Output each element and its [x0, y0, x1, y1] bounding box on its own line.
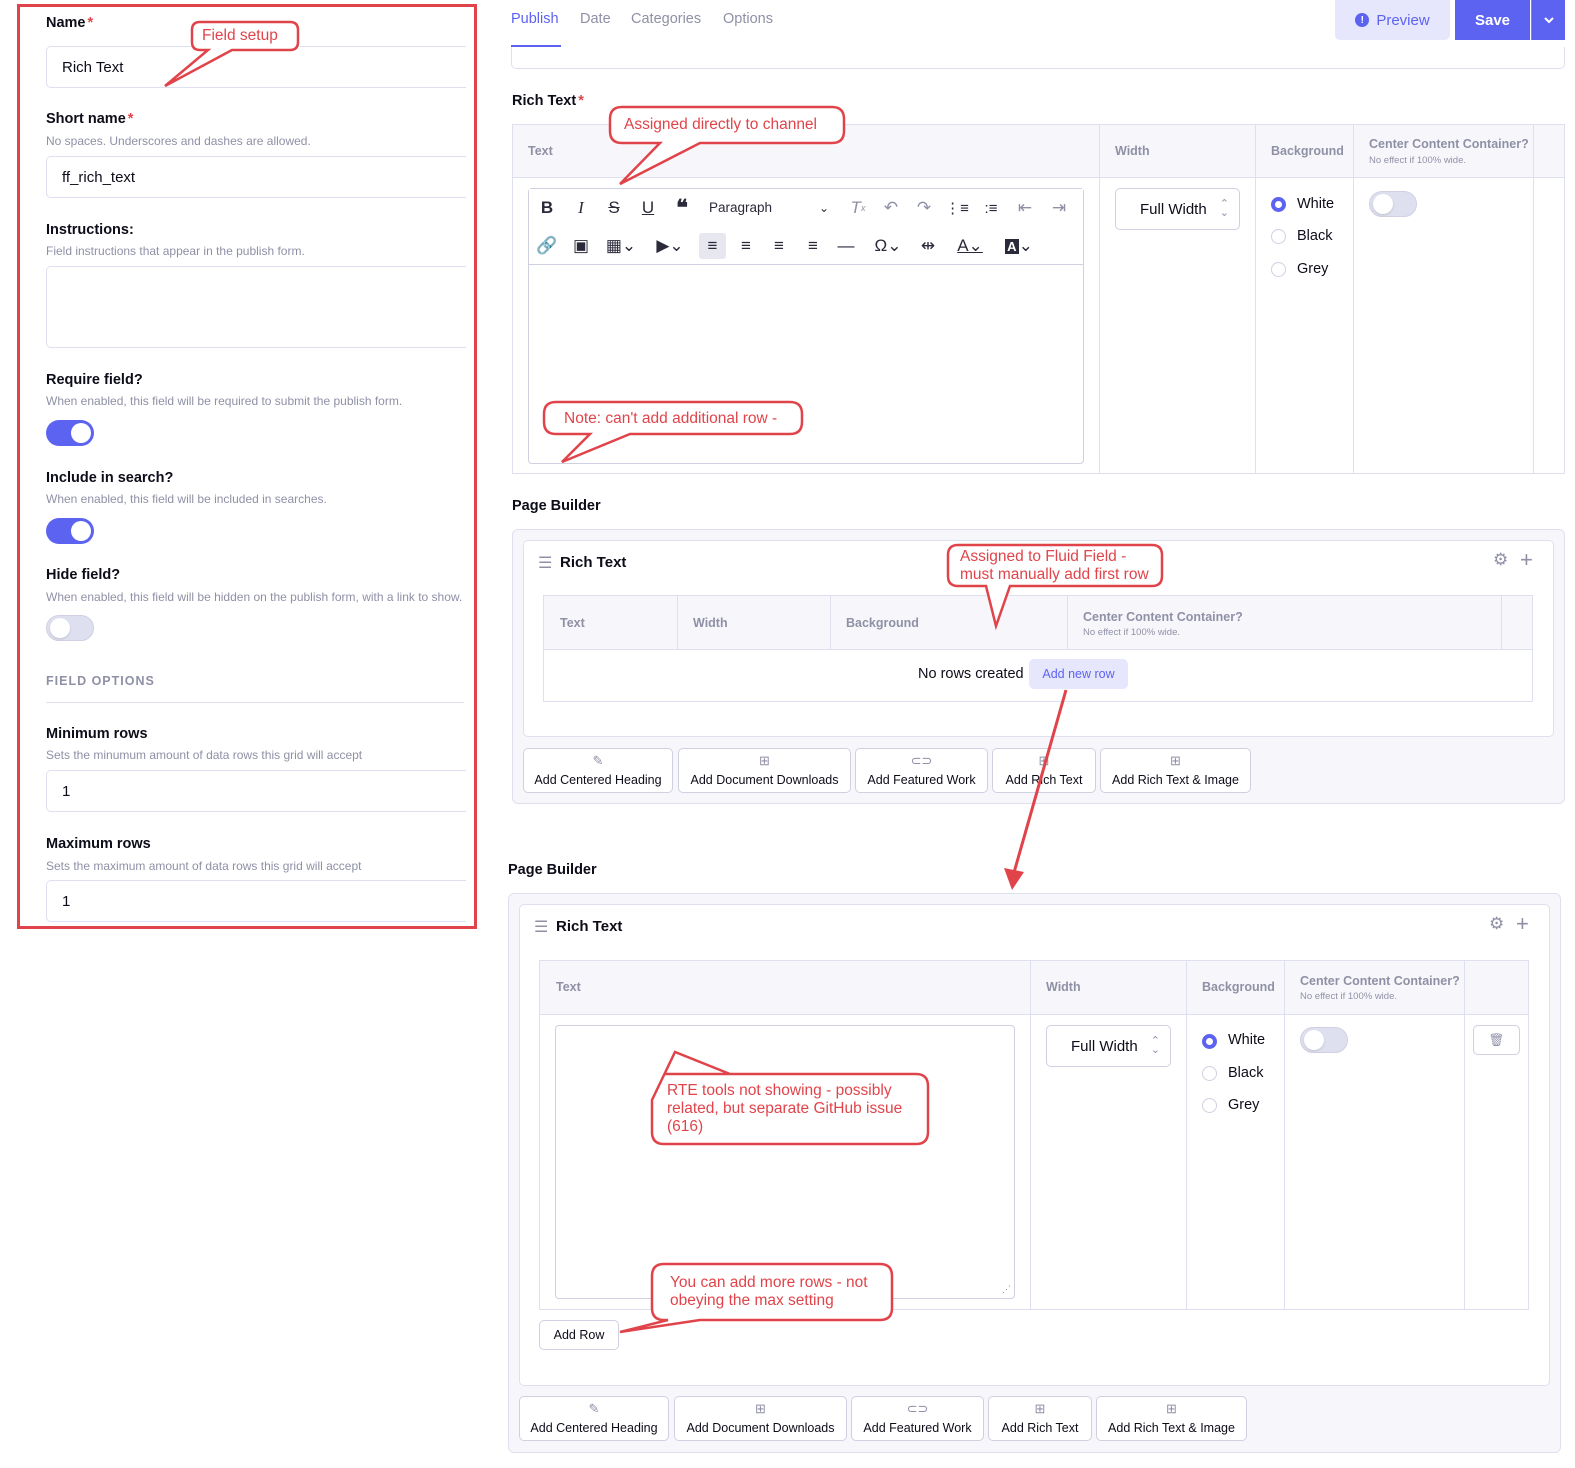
callout-rte-text-1: RTE tools not showing - possibly: [667, 1082, 892, 1099]
callout-note-text: Note: can't add additional row -: [564, 410, 778, 427]
arrow-line: [1011, 689, 1068, 877]
callout-more-rows-text-1: You can add more rows - not: [670, 1274, 868, 1291]
callout-fluid-text-1: Assigned to Fluid Field -: [960, 548, 1127, 565]
annotation-overlay: [164, 20, 1164, 1334]
callout-rte-text-3: (616): [667, 1118, 704, 1135]
arrow-head-icon: [1004, 868, 1024, 890]
callout-field-setup-text: Field setup: [202, 27, 278, 44]
callout-more-rows-text-2: obeying the max setting: [670, 1292, 834, 1309]
callout-rte-text-2: related, but separate GitHub issue: [667, 1100, 903, 1117]
callout-channel-text: Assigned directly to channel: [624, 116, 818, 133]
callout-fluid-text-2: must manually add first row: [960, 566, 1149, 583]
